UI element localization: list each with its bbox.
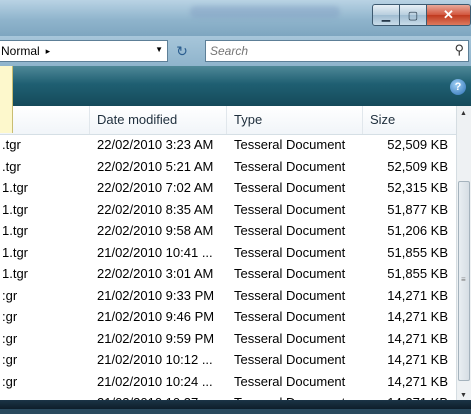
- column-size[interactable]: Size: [363, 106, 456, 134]
- navigation-pane-lower: [0, 104, 13, 133]
- maximize-icon: ▢: [407, 9, 419, 22]
- file-date-modified: 21/02/2010 10:41 ...: [97, 244, 213, 260]
- scroll-down-icon[interactable]: ▼: [460, 392, 467, 399]
- file-name: :gr: [2, 330, 18, 346]
- file-name: :gr: [2, 287, 18, 303]
- minimize-button[interactable]: ▁: [372, 4, 400, 26]
- file-date-modified: 21/02/2010 10:24 ...: [97, 373, 213, 389]
- file-row[interactable]: 1.tgr 22/02/2010 9:58 AM Tesseral Document…: [0, 220, 456, 242]
- file-row[interactable]: :gr 21/02/2010 9:33 PM Tesseral Document 14…: [0, 285, 456, 307]
- column-headers: Date modified Type Size: [0, 106, 456, 135]
- file-type: Tesseral Document: [234, 373, 346, 389]
- file-row[interactable]: :gr 21/02/2010 9:59 PM Tesseral Document 14…: [0, 328, 456, 350]
- file-size: 52,509 KB: [387, 158, 448, 174]
- file-name: 1.tgr: [2, 201, 29, 217]
- file-size: 14,271 KB: [387, 287, 448, 303]
- file-date-modified: 21/02/2010 9:46 PM: [97, 309, 215, 324]
- file-list: Date modified Type Size .tgr 22/02/2010 3…: [0, 106, 456, 410]
- window-title-blur: [190, 6, 340, 18]
- file-date-modified: 22/02/2010 7:02 AM: [97, 180, 214, 195]
- column-date-modified[interactable]: Date modified: [90, 106, 227, 134]
- search-icon[interactable]: ⚲: [454, 42, 464, 58]
- breadcrumb-normal[interactable]: Normal: [1, 44, 40, 58]
- file-name: :gr: [2, 352, 18, 367]
- status-strip: [0, 400, 471, 409]
- file-type: Tesseral Document: [234, 158, 346, 174]
- file-row[interactable]: .tgr 22/02/2010 3:23 AM Tesseral Document 5…: [0, 134, 456, 156]
- file-type: Tesseral Document: [234, 223, 346, 238]
- vertical-scrollbar[interactable]: ▲ ≡ ▼: [456, 106, 471, 409]
- file-type: Tesseral Document: [234, 330, 346, 346]
- thumb-grip-icon: ≡: [461, 275, 466, 284]
- file-row[interactable]: 1.tgr 22/02/2010 8:35 AM Tesseral Document…: [0, 199, 456, 221]
- file-size: 51,877 KB: [387, 201, 448, 217]
- breadcrumb-chevron-icon[interactable]: ▸: [46, 46, 51, 57]
- column-name[interactable]: [0, 106, 90, 134]
- close-icon: ✕: [443, 7, 454, 22]
- navigation-pane: [0, 66, 13, 104]
- maximize-button[interactable]: ▢: [399, 4, 427, 26]
- file-size: 51,855 KB: [387, 244, 448, 260]
- address-dropdown-icon[interactable]: ▼: [155, 45, 163, 54]
- file-size: 14,271 KB: [387, 373, 448, 389]
- file-date-modified: 22/02/2010 5:21 AM: [97, 158, 214, 174]
- file-size: 51,855 KB: [387, 266, 448, 281]
- file-size: 52,315 KB: [387, 180, 448, 195]
- file-row[interactable]: :gr 21/02/2010 10:12 ... Tesseral Document…: [0, 349, 456, 371]
- file-date-modified: 21/02/2010 9:59 PM: [97, 330, 215, 346]
- file-row[interactable]: :gr 21/02/2010 10:24 ... Tesseral Document…: [0, 371, 456, 393]
- file-date-modified: 21/02/2010 9:33 PM: [97, 287, 215, 303]
- file-date-modified: 21/02/2010 10:12 ...: [97, 352, 213, 367]
- file-size: 51,206 KB: [387, 223, 448, 238]
- title-bar: ▁ ▢ ✕: [0, 0, 471, 36]
- file-type: Tesseral Document: [234, 244, 346, 260]
- file-name: :gr: [2, 373, 18, 389]
- file-type: Tesseral Document: [234, 352, 346, 367]
- file-name: 1.tgr: [2, 244, 29, 260]
- file-rows: .tgr 22/02/2010 3:23 AM Tesseral Document 5…: [0, 134, 456, 414]
- refresh-button[interactable]: ↻: [171, 42, 193, 60]
- file-name: .tgr: [2, 137, 21, 152]
- file-name: 1.tgr: [2, 223, 29, 238]
- file-row[interactable]: 1.tgr 22/02/2010 3:01 AM Tesseral Document…: [0, 263, 456, 285]
- file-size: 14,271 KB: [387, 309, 448, 324]
- command-bar: [0, 66, 471, 106]
- file-type: Tesseral Document: [234, 201, 346, 217]
- file-type: Tesseral Document: [234, 287, 346, 303]
- address-bar[interactable]: Normal ▸ ▼: [0, 40, 168, 62]
- help-icon[interactable]: ?: [450, 79, 466, 95]
- column-type[interactable]: Type: [227, 106, 363, 134]
- address-row: Normal ▸ ▼ ↻ ⚲: [0, 36, 471, 66]
- file-row[interactable]: 1.tgr 21/02/2010 10:41 ... Tesseral Docume…: [0, 242, 456, 264]
- file-date-modified: 22/02/2010 8:35 AM: [97, 201, 214, 217]
- file-name: .tgr: [2, 158, 21, 174]
- refresh-icon: ↻: [176, 42, 188, 59]
- file-type: Tesseral Document: [234, 137, 346, 152]
- file-date-modified: 22/02/2010 3:01 AM: [97, 266, 214, 281]
- search-input[interactable]: [210, 43, 430, 59]
- scrollbar-thumb[interactable]: ≡: [458, 181, 470, 381]
- file-size: 52,509 KB: [387, 137, 448, 152]
- file-row[interactable]: .tgr 22/02/2010 5:21 AM Tesseral Document 5…: [0, 156, 456, 178]
- file-name: :gr: [2, 309, 18, 324]
- file-name: 1.tgr: [2, 180, 29, 195]
- minimize-icon: ▁: [381, 9, 391, 22]
- scroll-up-icon[interactable]: ▲: [460, 110, 467, 117]
- file-size: 14,271 KB: [387, 330, 448, 346]
- file-type: Tesseral Document: [234, 266, 346, 281]
- file-date-modified: 22/02/2010 3:23 AM: [97, 137, 214, 152]
- file-row[interactable]: :gr 21/02/2010 9:46 PM Tesseral Document 14…: [0, 306, 456, 328]
- file-row[interactable]: 1.tgr 22/02/2010 7:02 AM Tesseral Document…: [0, 177, 456, 199]
- close-button[interactable]: ✕: [426, 4, 471, 26]
- file-date-modified: 22/02/2010 9:58 AM: [97, 223, 214, 238]
- file-size: 14,271 KB: [387, 352, 448, 367]
- search-box[interactable]: ⚲: [205, 40, 469, 62]
- file-type: Tesseral Document: [234, 180, 346, 195]
- file-type: Tesseral Document: [234, 309, 346, 324]
- file-name: 1.tgr: [2, 266, 29, 281]
